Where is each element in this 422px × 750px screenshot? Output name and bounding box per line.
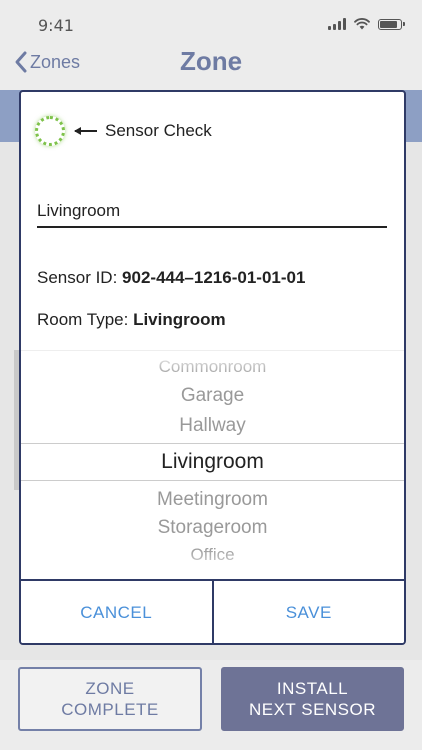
room-type-row: Room Type: Livingroom (37, 310, 226, 330)
picker-item[interactable]: Commonroom (21, 357, 404, 377)
signal-icon (328, 18, 346, 30)
sensor-id-value: 902-444–1216-01-01-01 (122, 268, 306, 287)
dialog-actions: CANCEL SAVE (21, 579, 404, 643)
picker-item[interactable]: Storageroom (21, 517, 404, 539)
sensor-id-row: Sensor ID: 902-444–1216-01-01-01 (37, 268, 305, 288)
status-bar: 9:41 (0, 0, 422, 46)
battery-icon (378, 18, 405, 30)
room-type-label: Room Type: (37, 310, 129, 329)
picker-item[interactable]: Hallway (21, 415, 404, 437)
picker-item[interactable]: Garage (21, 385, 404, 407)
status-icons (328, 18, 405, 30)
picker-item-selected[interactable]: Livingroom (21, 450, 404, 474)
sensor-check-label: Sensor Check (105, 121, 212, 140)
install-next-line1: INSTALL (276, 679, 349, 698)
wifi-icon (354, 18, 370, 30)
save-button[interactable]: SAVE (213, 581, 404, 643)
zone-complete-button[interactable]: ZONE COMPLETE (18, 667, 202, 731)
picker-item[interactable]: Office (21, 545, 404, 565)
cancel-button[interactable]: CANCEL (21, 581, 212, 643)
status-time: 9:41 (38, 16, 74, 35)
zone-complete-line2: COMPLETE (61, 700, 159, 719)
sensor-dialog: Sensor Check Sensor ID: 902-444–1216-01-… (19, 90, 406, 645)
sensor-status-icon (35, 116, 65, 146)
page-title: Zone (179, 46, 243, 76)
zone-name-input[interactable] (37, 198, 387, 228)
picker-item[interactable]: Meetingroom (21, 489, 404, 511)
sensor-check: Sensor Check (35, 116, 212, 146)
sensor-id-label: Sensor ID: (37, 268, 118, 287)
room-type-value: Livingroom (133, 310, 226, 329)
install-next-sensor-button[interactable]: INSTALL NEXT SENSOR (221, 667, 404, 731)
arrow-left-icon (74, 127, 97, 134)
room-type-picker[interactable]: Commonroom Garage Hallway Livingroom Mee… (21, 350, 404, 581)
zone-complete-line1: ZONE (85, 679, 135, 698)
install-next-line2: NEXT SENSOR (248, 700, 377, 719)
